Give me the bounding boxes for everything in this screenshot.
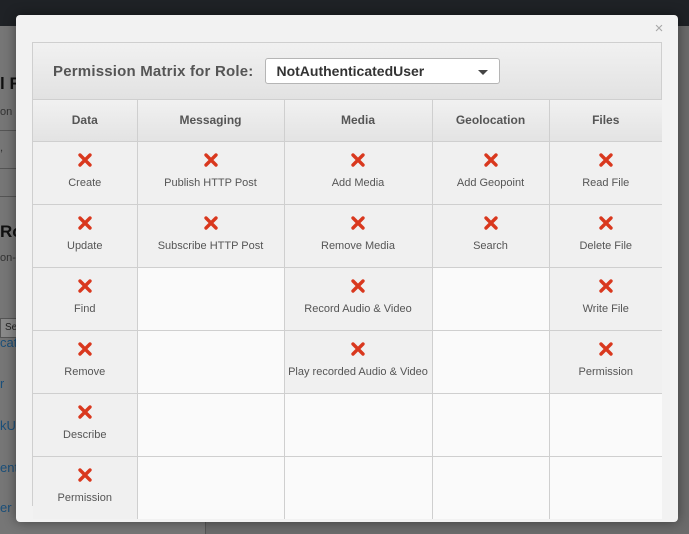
empty-cell: [432, 456, 550, 519]
permission-cell-files[interactable]: Write File: [549, 267, 662, 331]
deny-x-icon[interactable]: [483, 215, 499, 231]
permission-label: Delete File: [579, 239, 633, 252]
column-header-row: Data Messaging Media Geolocation Files: [33, 100, 662, 142]
permission-cell-data[interactable]: Find: [33, 267, 138, 331]
deny-x-icon[interactable]: [77, 215, 93, 231]
role-select-value: NotAuthenticatedUser: [276, 63, 425, 79]
permission-label: Find: [74, 302, 96, 315]
empty-cell: [137, 267, 285, 331]
bg-text: ,: [0, 142, 4, 154]
column-header-media: Media: [284, 100, 433, 142]
permission-cell-files[interactable]: Delete File: [549, 204, 662, 268]
permission-matrix: Permission Matrix for Role: NotAuthentic…: [32, 42, 662, 519]
permission-cell-files[interactable]: Read File: [549, 141, 662, 205]
deny-x-icon[interactable]: [77, 278, 93, 294]
matrix-header: Permission Matrix for Role: NotAuthentic…: [33, 43, 661, 100]
permission-label: Create: [68, 176, 102, 189]
permission-cell-media[interactable]: Add Media: [284, 141, 433, 205]
column-header-geolocation: Geolocation: [432, 100, 550, 142]
permission-label: Permission: [57, 491, 112, 504]
permission-cell-messaging[interactable]: Publish HTTP Post: [137, 141, 285, 205]
permission-cell-data[interactable]: Create: [33, 141, 138, 205]
permission-label: Play recorded Audio & Video: [288, 365, 428, 378]
deny-x-icon[interactable]: [77, 404, 93, 420]
empty-cell: [137, 393, 285, 457]
permission-label: Publish HTTP Post: [164, 176, 257, 189]
deny-x-icon[interactable]: [77, 341, 93, 357]
permission-cell-data[interactable]: Update: [33, 204, 138, 268]
permission-label: Record Audio & Video: [304, 302, 412, 315]
deny-x-icon[interactable]: [598, 341, 614, 357]
permission-cell-media[interactable]: Record Audio & Video: [284, 267, 433, 331]
column-header-messaging: Messaging: [137, 100, 285, 142]
permission-label: Describe: [63, 428, 107, 441]
permission-cell-geolocation[interactable]: Add Geopoint: [432, 141, 550, 205]
column-header-data: Data: [33, 100, 138, 142]
deny-x-icon[interactable]: [350, 215, 366, 231]
bg-link: r: [0, 376, 5, 391]
empty-cell: [284, 393, 433, 457]
empty-cell: [549, 456, 662, 519]
permission-cell-geolocation[interactable]: Search: [432, 204, 550, 268]
permission-cell-files[interactable]: Permission: [549, 330, 662, 394]
deny-x-icon[interactable]: [598, 152, 614, 168]
permission-row: Remove Play recorded Audio & Video Permiss…: [33, 330, 662, 394]
empty-cell: [137, 456, 285, 519]
bg-divider: [0, 130, 16, 131]
permission-row: Describe: [33, 393, 662, 457]
empty-cell: [432, 393, 550, 457]
permission-row: Find Record Audio & Video Write File: [33, 267, 662, 331]
empty-cell: [432, 330, 550, 394]
permission-cell-media[interactable]: Remove Media: [284, 204, 433, 268]
deny-x-icon[interactable]: [350, 152, 366, 168]
empty-cell: [137, 330, 285, 394]
bg-text: on: [0, 106, 13, 118]
matrix-title: Permission Matrix for Role:: [53, 62, 254, 80]
permission-cell-media[interactable]: Play recorded Audio & Video: [284, 330, 433, 394]
bg-divider: [0, 196, 16, 197]
chevron-down-icon: [478, 70, 489, 75]
permission-label: Add Media: [331, 176, 385, 189]
permission-cell-data[interactable]: Describe: [33, 393, 138, 457]
bg-link: er: [0, 500, 12, 515]
permission-label: Read File: [582, 176, 630, 189]
permission-cell-data[interactable]: Remove: [33, 330, 138, 394]
permission-cell-messaging[interactable]: Subscribe HTTP Post: [137, 204, 285, 268]
deny-x-icon[interactable]: [77, 467, 93, 483]
permission-label: Permission: [578, 365, 633, 378]
permission-row: Update Subscribe HTTP Post Remove Media Sea…: [33, 204, 662, 268]
permission-label: Subscribe HTTP Post: [157, 239, 264, 252]
deny-x-icon[interactable]: [598, 215, 614, 231]
empty-cell: [432, 267, 550, 331]
permission-label: Remove: [64, 365, 106, 378]
bg-divider: [0, 168, 16, 169]
permission-cell-data[interactable]: Permission: [33, 456, 138, 519]
deny-x-icon[interactable]: [77, 152, 93, 168]
bg-text: on-: [0, 252, 16, 264]
empty-cell: [284, 456, 433, 519]
permission-row: Create Publish HTTP Post Add Media Add Geop…: [33, 141, 662, 205]
deny-x-icon[interactable]: [203, 152, 219, 168]
deny-x-icon[interactable]: [350, 278, 366, 294]
bg-link: kU: [0, 418, 16, 433]
role-select[interactable]: NotAuthenticatedUser: [265, 58, 501, 84]
permission-label: Update: [67, 239, 103, 252]
bg-link: cat: [0, 335, 18, 350]
empty-cell: [549, 393, 662, 457]
deny-x-icon[interactable]: [203, 215, 219, 231]
column-header-files: Files: [549, 100, 662, 142]
permission-label: Search: [473, 239, 508, 252]
deny-x-icon[interactable]: [598, 278, 614, 294]
permission-matrix-dialog: × Permission Matrix for Role: NotAuthent…: [16, 15, 678, 522]
close-icon[interactable]: ×: [652, 21, 666, 37]
permission-label: Write File: [582, 302, 629, 315]
deny-x-icon[interactable]: [483, 152, 499, 168]
permission-label: Add Geopoint: [456, 176, 525, 189]
deny-x-icon[interactable]: [350, 341, 366, 357]
permission-row: Permission: [33, 456, 662, 519]
permission-label: Remove Media: [321, 239, 395, 252]
permission-table: Data Messaging Media Geolocation Files C…: [33, 100, 662, 519]
